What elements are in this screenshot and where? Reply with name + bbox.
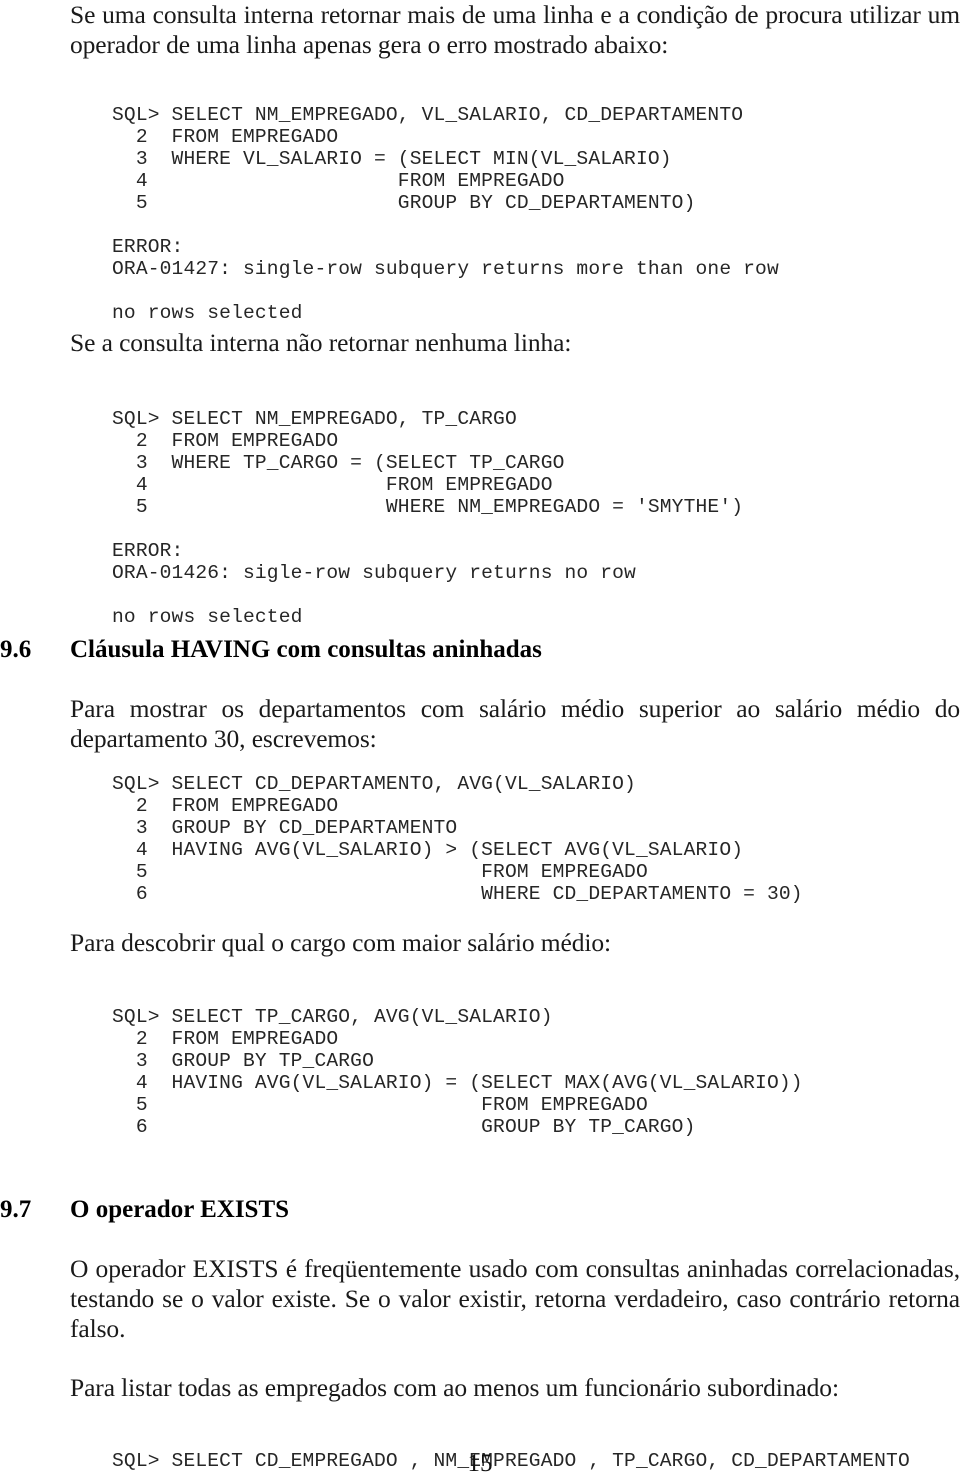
exists-description-paragraph: O operador EXISTS é freqüentemente usado… bbox=[70, 1254, 960, 1343]
section-heading-having: 9.6 Cláusula HAVING com consultas aninhad… bbox=[0, 636, 940, 664]
code-block-no-row-error: SQL> SELECT NM_EMPREGADO, TP_CARGO 2 FRO… bbox=[112, 407, 744, 628]
document-page: Se uma consulta interna retornar mais de… bbox=[0, 0, 960, 1484]
having-intro-paragraph: Para mostrar os departamentos com salári… bbox=[70, 694, 960, 753]
max-avg-intro-paragraph: Para descobrir qual o cargo com maior sa… bbox=[70, 928, 611, 957]
lead-no-rows-paragraph: Se a consulta interna não retornar nenhu… bbox=[70, 328, 572, 357]
code-block-having-max-avg: SQL> SELECT TP_CARGO, AVG(VL_SALARIO) 2 … bbox=[112, 1005, 803, 1138]
page-number: 15 bbox=[467, 1450, 493, 1477]
section-number-having: 9.6 bbox=[0, 636, 32, 663]
section-title-having: Cláusula HAVING com consultas aninhadas bbox=[70, 636, 542, 663]
code-block-having-avg: SQL> SELECT CD_DEPARTAMENTO, AVG(VL_SALA… bbox=[112, 772, 803, 905]
section-heading-exists: 9.7 O operador EXISTS bbox=[0, 1196, 940, 1224]
intro-paragraph: Se uma consulta interna retornar mais de… bbox=[70, 0, 960, 59]
code-block-multi-row-error: SQL> SELECT NM_EMPREGADO, VL_SALARIO, CD… bbox=[112, 103, 779, 324]
section-number-exists: 9.7 bbox=[0, 1196, 32, 1223]
section-title-exists: O operador EXISTS bbox=[70, 1196, 290, 1223]
exists-example-intro-paragraph: Para listar todas as empregados com ao m… bbox=[70, 1373, 839, 1402]
